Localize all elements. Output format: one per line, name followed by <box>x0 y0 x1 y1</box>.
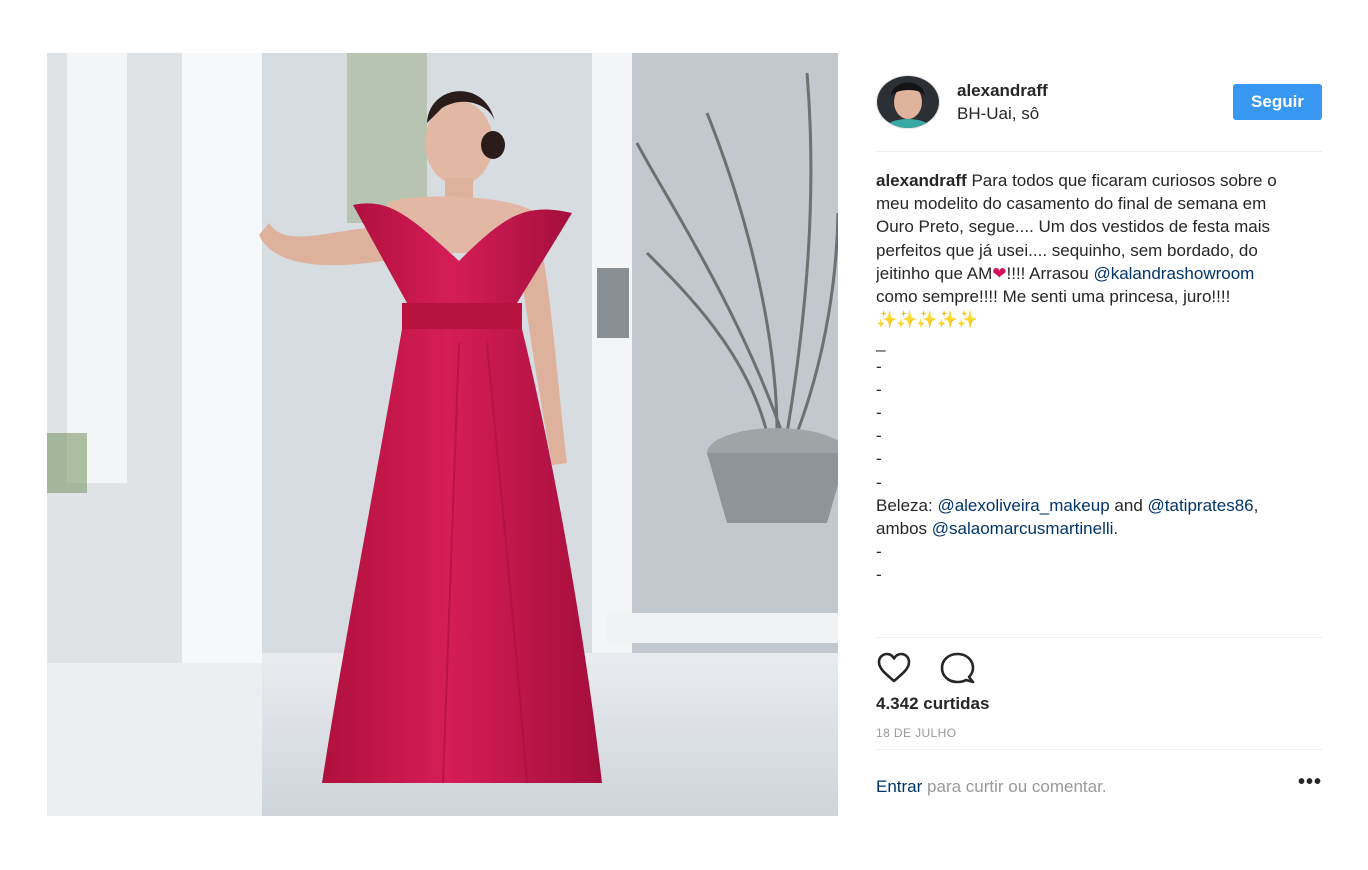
period: . <box>1113 519 1119 539</box>
post-photo[interactable] <box>47 53 838 816</box>
actions-divider <box>876 637 1322 638</box>
more-options-icon[interactable]: ••• <box>1298 771 1322 794</box>
avatar[interactable] <box>876 75 940 129</box>
caption-text-2: !!!! Arrasou <box>1006 263 1089 283</box>
caption-author[interactable]: alexandraff <box>876 171 967 190</box>
footer-divider <box>876 749 1322 750</box>
dash-line: - <box>876 379 882 399</box>
beleza-label: Beleza: <box>876 495 933 515</box>
post-photo-illustration <box>47 53 838 816</box>
comment-icon-svg <box>940 652 975 684</box>
post-side-panel: alexandraff BH-Uai, sô Seguir alexandraf… <box>876 53 1322 816</box>
mention-kalandrashowroom[interactable]: @kalandrashowroom <box>1093 264 1254 283</box>
dash-line: _ <box>876 333 886 353</box>
dash-line: - <box>876 449 882 469</box>
credits-paragraph: Beleza: @alexoliveira_makeup and @tatipr… <box>876 494 1286 540</box>
avatar-image <box>877 76 939 128</box>
post-date[interactable]: 18 DE JULHO <box>876 726 956 740</box>
mention-alexoliveira-makeup[interactable]: @alexoliveira_makeup <box>937 496 1109 515</box>
username[interactable]: alexandraff <box>957 81 1048 101</box>
mention-salaomarcusmartinelli[interactable]: @salaomarcusmartinelli <box>932 519 1114 538</box>
caption-text-3: como sempre!!!! Me senti uma princesa, j… <box>876 287 1231 307</box>
dash-line: - <box>876 542 882 562</box>
and-word: and <box>1114 495 1143 515</box>
location-label[interactable]: BH-Uai, sô <box>957 104 1039 124</box>
dash-line: - <box>876 426 882 446</box>
dash-line: - <box>876 472 882 492</box>
comment-icon[interactable] <box>939 652 975 684</box>
login-prompt: Entrar para curtir ou comentar. <box>876 777 1107 797</box>
heart-icon[interactable] <box>876 652 912 684</box>
mention-tatiprates86[interactable]: @tatiprates86 <box>1148 496 1254 515</box>
heart-emoji: ❤ <box>992 263 1007 283</box>
post-caption: alexandraff Para todos que ficaram curio… <box>876 169 1286 635</box>
dash-line: - <box>876 403 882 423</box>
dash-line: - <box>876 565 882 585</box>
likes-count[interactable]: 4.342 curtidas <box>876 694 989 714</box>
post-header: alexandraff BH-Uai, sô Seguir <box>876 53 1322 152</box>
dash-line: - <box>876 356 882 376</box>
login-prompt-text: para curtir ou comentar. <box>927 777 1107 796</box>
follow-button[interactable]: Seguir <box>1233 84 1322 120</box>
sparkles-emoji: ✨✨✨✨✨ <box>876 310 978 330</box>
login-link[interactable]: Entrar <box>876 777 922 796</box>
heart-icon-svg <box>877 652 911 683</box>
caption-paragraph: alexandraff Para todos que ficaram curio… <box>876 169 1286 331</box>
